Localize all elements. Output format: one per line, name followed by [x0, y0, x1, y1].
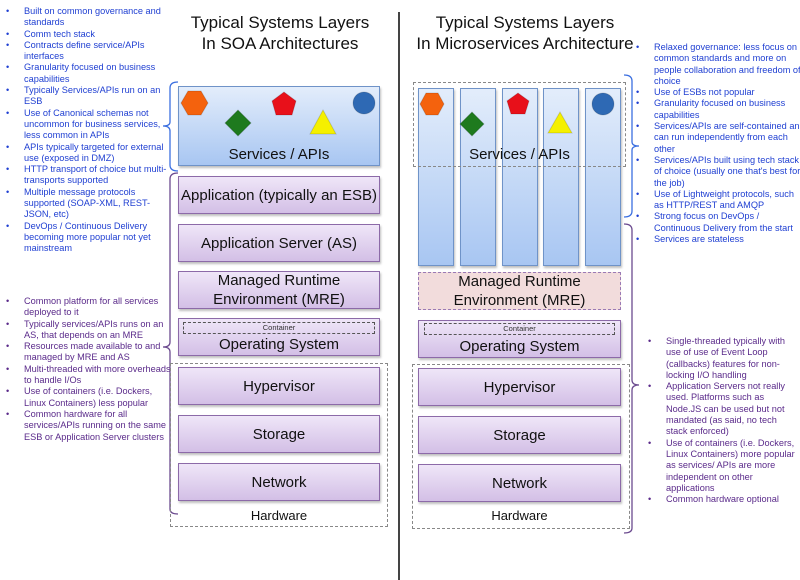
diamond-icon	[459, 111, 485, 137]
micro-title-line2: In Microservices Architecture	[416, 34, 634, 53]
note-item: Services/APIs are self-contained an can …	[630, 121, 800, 155]
note-item: Use of Lightweight protocols, such as HT…	[630, 189, 800, 212]
soa-shapes	[180, 90, 376, 137]
pentagon-icon	[271, 91, 297, 116]
soa-layer-hypervisor: Hypervisor	[178, 367, 380, 405]
soa-hardware-label: Hardware	[250, 508, 308, 523]
micro-os-label: Operating System	[459, 337, 580, 355]
note-item: Services/APIs built using tech stack of …	[630, 155, 800, 189]
micro-layer-network: Network	[418, 464, 621, 502]
note-item: Use of containers (i.e. Dockers, Linux C…	[642, 438, 800, 494]
soa-layer-application-server: Application Server (AS)	[178, 224, 380, 262]
circle-icon	[352, 91, 376, 115]
micro-layer-storage: Storage	[418, 416, 621, 454]
note-item: Common hardware optional	[642, 494, 800, 506]
note-item: Single-threaded typically with use of us…	[642, 336, 800, 381]
soa-layer-storage: Storage	[178, 415, 380, 453]
micro-layer-hypervisor: Hypervisor	[418, 368, 621, 406]
triangle-icon	[309, 108, 337, 135]
micro-title: Typical Systems Layers In Microservices …	[415, 12, 635, 54]
micro-hardware-label: Hardware	[491, 508, 548, 523]
micro-layer-mre: Managed Runtime Environment (MRE)	[418, 272, 621, 310]
triangle-icon	[547, 110, 573, 134]
micro-notes-top: Relaxed governance: less focus on common…	[630, 42, 800, 246]
note-item: Use of ESBs not popular	[630, 87, 800, 99]
soa-services-bracket	[162, 81, 179, 172]
circle-icon	[591, 92, 615, 116]
soa-os-label: Operating System	[218, 335, 340, 353]
micro-notes-bottom: Single-threaded typically with use of us…	[642, 336, 800, 506]
micro-title-line1: Typical Systems Layers	[435, 13, 615, 32]
note-item: Services are stateless	[630, 234, 800, 246]
soa-layer-application: Application (typically an ESB)	[178, 176, 380, 214]
micro-shapes	[419, 92, 615, 137]
note-item: Strong focus on DevOps / Continuous Deli…	[630, 211, 800, 234]
note-item: Application Servers not really used. Pla…	[642, 381, 800, 437]
note-item: Granularity focused on business capabili…	[630, 98, 800, 121]
note-item: Relaxed governance: less focus on common…	[630, 42, 800, 87]
micro-container-box: Container	[424, 323, 615, 335]
hexagon-icon	[180, 90, 209, 116]
soa-layer-mre: Managed Runtime Environment (MRE)	[178, 271, 380, 309]
pentagon-icon	[506, 92, 530, 115]
soa-layer-network: Network	[178, 463, 380, 501]
hexagon-icon	[419, 92, 445, 116]
soa-container-box: Container	[183, 322, 375, 334]
diamond-icon	[224, 109, 252, 137]
